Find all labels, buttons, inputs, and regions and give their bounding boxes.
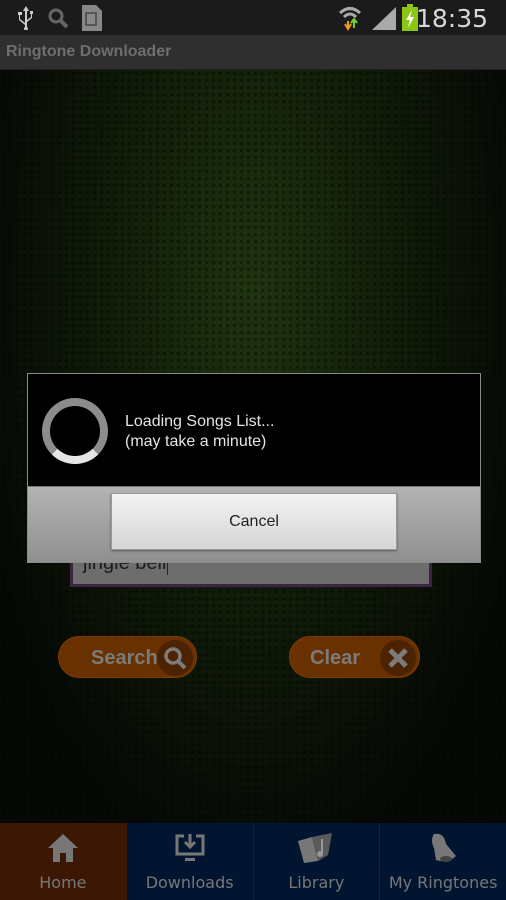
app-title: Ringtone Downloader	[6, 43, 172, 60]
bell-icon	[432, 833, 457, 862]
usb-icon	[18, 6, 33, 30]
tab-home[interactable]: Home	[0, 823, 126, 900]
tab-library[interactable]: Library	[252, 823, 380, 900]
clear-button[interactable]: Clear	[289, 636, 420, 678]
tab-label: Library	[288, 873, 345, 892]
action-bar: Ringtone Downloader	[0, 35, 506, 70]
tab-label: Downloads	[145, 873, 234, 892]
download-icon	[175, 834, 205, 861]
loading-spinner-icon	[42, 398, 108, 464]
cancel-button[interactable]: Cancel	[111, 493, 397, 550]
clear-button-label: Clear	[310, 647, 361, 669]
loading-submessage: (may take a minute)	[125, 433, 267, 450]
search-button-label: Search	[91, 647, 158, 669]
tab-downloads[interactable]: Downloads	[125, 823, 253, 900]
search-button[interactable]: Search	[58, 636, 197, 678]
status-bar: 18:35	[0, 0, 506, 35]
tab-my-ringtones[interactable]: My Ringtones	[379, 823, 506, 900]
loading-message: Loading Songs List...	[125, 413, 275, 430]
search-icon	[157, 640, 193, 676]
wifi-icon	[338, 7, 362, 31]
tab-label: Home	[39, 873, 87, 892]
clock: 18:35	[415, 4, 488, 33]
close-icon	[380, 640, 416, 676]
loading-dialog: Loading Songs List... (may take a minute)…	[27, 373, 481, 563]
tab-label: My Ringtones	[388, 873, 498, 892]
bottom-nav: Home Downloads Library My Ringtones	[0, 823, 506, 900]
search-icon	[48, 8, 69, 29]
signal-icon	[372, 7, 396, 30]
music-folder-icon	[298, 833, 333, 863]
sim-card-icon	[82, 5, 102, 31]
home-icon	[47, 834, 78, 862]
